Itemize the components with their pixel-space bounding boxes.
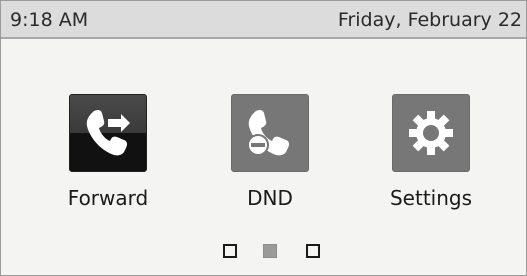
settings-label: Settings: [389, 186, 473, 210]
forward-label: Forward: [67, 186, 149, 210]
call-forward-icon[interactable]: [69, 94, 147, 172]
app-grid: Forward DND Settings: [1, 94, 526, 214]
status-time: 9:18 AM: [10, 9, 89, 31]
dnd-app[interactable]: DND: [210, 94, 330, 214]
phone-screen: 9:18 AM Friday, February 22 Forward DND …: [0, 0, 527, 276]
forward-app[interactable]: Forward: [48, 94, 168, 214]
dnd-label: DND: [247, 186, 293, 210]
settings-app[interactable]: Settings: [371, 94, 491, 214]
do-not-disturb-icon[interactable]: [231, 94, 309, 172]
gear-icon[interactable]: [392, 94, 470, 172]
status-date: Friday, February 22: [337, 9, 522, 31]
status-bar: 9:18 AM Friday, February 22: [1, 1, 526, 39]
page-dot-3[interactable]: [306, 244, 320, 258]
page-indicator: [1, 244, 526, 260]
page-dot-2-active[interactable]: [263, 244, 277, 258]
page-dot-1[interactable]: [223, 244, 237, 258]
